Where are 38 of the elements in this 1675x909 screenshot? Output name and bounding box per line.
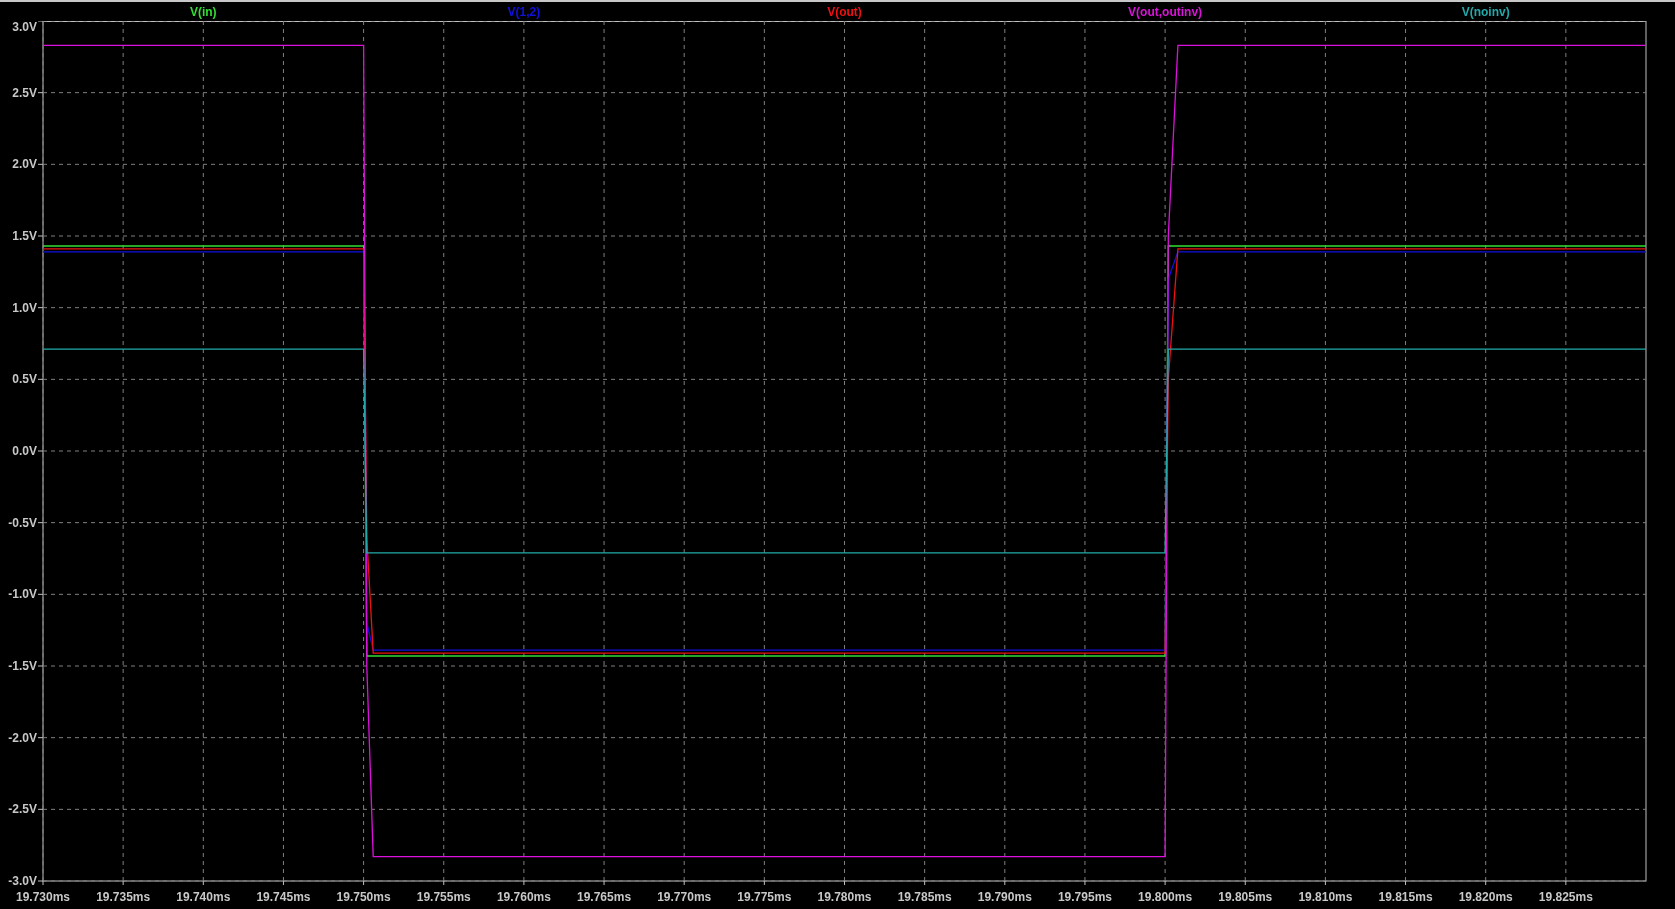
y-tick-label: 2.0V <box>12 157 37 172</box>
trace-label: V(out,outinv) <box>1128 4 1203 19</box>
x-tick-label: 19.795ms <box>1057 890 1112 904</box>
trace-label: V(noinv) <box>1461 4 1510 19</box>
y-tick-label: -0.5V <box>8 515 37 530</box>
y-tick-label: -2.5V <box>8 802 37 817</box>
y-tick-label: 0.5V <box>12 372 37 387</box>
x-tick-label: 19.770ms <box>657 890 712 904</box>
y-tick-label: 3.0V <box>12 21 37 34</box>
x-tick-label: 19.785ms <box>897 890 952 904</box>
y-tick-label: -3.0V <box>8 874 37 888</box>
x-tick-label: 19.735ms <box>96 890 151 904</box>
x-tick-label: 19.775ms <box>737 890 792 904</box>
x-tick-label: 19.780ms <box>817 890 872 904</box>
x-tick-label: 19.740ms <box>176 890 231 904</box>
x-tick-label: 19.805ms <box>1218 890 1273 904</box>
y-tick-label: 0.0V <box>12 444 37 458</box>
y-tick-label: 2.5V <box>12 85 37 100</box>
x-tick-label: 19.765ms <box>577 890 632 904</box>
y-tick-label: 1.5V <box>12 229 37 243</box>
x-tick-label: 19.815ms <box>1378 890 1433 904</box>
y-tick-label: 1.0V <box>12 300 37 315</box>
y-tick-label: -1.0V <box>8 587 37 602</box>
x-tick-label: 19.820ms <box>1458 890 1513 904</box>
x-tick-label: 19.750ms <box>336 890 391 904</box>
y-tick-label: -2.0V <box>8 730 37 745</box>
x-tick-label: 19.760ms <box>496 890 551 904</box>
x-tick-label: 19.745ms <box>256 890 311 904</box>
y-tick-label: -1.5V <box>8 659 37 673</box>
trace-label: V(1,2) <box>507 4 541 19</box>
x-tick-label: 19.730ms <box>16 890 70 904</box>
trace-label: V(in) <box>189 4 217 19</box>
x-tick-label: 19.800ms <box>1138 890 1193 904</box>
x-tick-label: 19.790ms <box>977 890 1032 904</box>
x-tick-label: 19.810ms <box>1298 890 1353 904</box>
x-tick-label: 19.755ms <box>416 890 471 904</box>
trace-label: V(out) <box>827 4 862 19</box>
x-tick-label: 19.825ms <box>1538 890 1593 904</box>
